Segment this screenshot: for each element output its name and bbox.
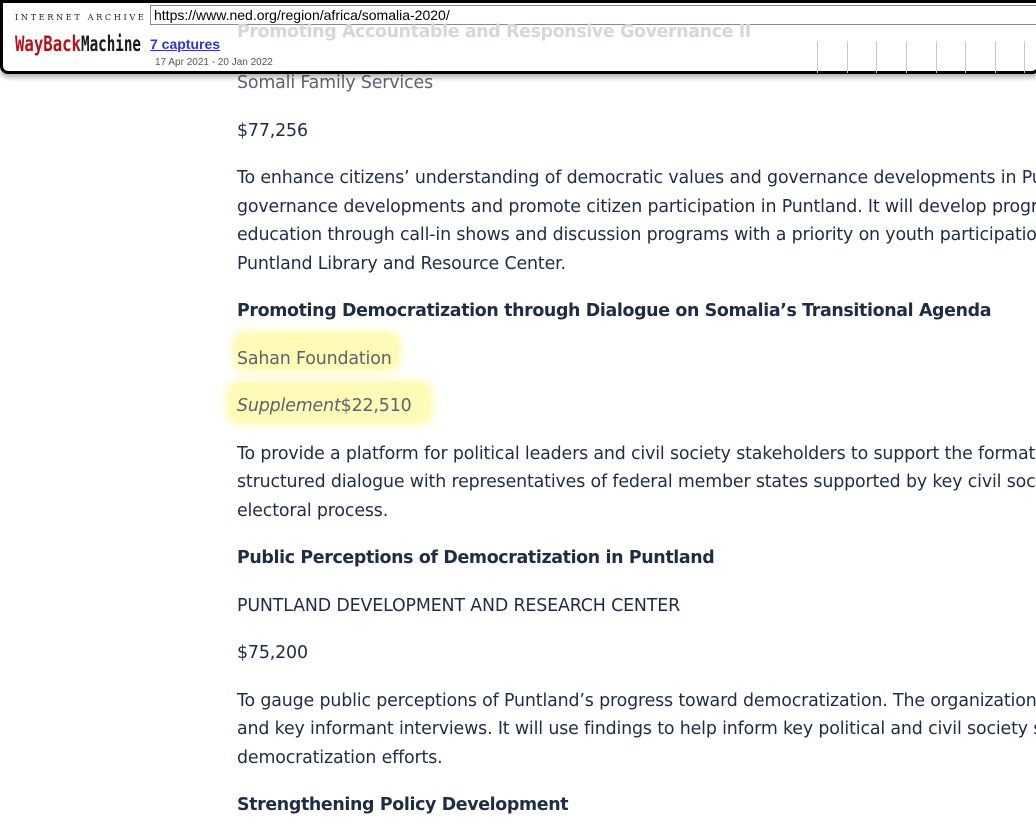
grant-description-line: electoral process. (237, 501, 389, 521)
grant-description-line: Puntland Library and Resource Center. (237, 254, 566, 274)
timeline-tick (876, 41, 877, 73)
grant-amount: Supplement$22,510 (237, 392, 412, 421)
internet-archive-label: INTERNET ARCHIVE (15, 12, 147, 22)
wayback-logo[interactable]: INTERNET ARCHIVE WayBack Machine (15, 12, 147, 62)
grant-title: Promoting Democratization through Dialog… (237, 301, 992, 321)
amount-value: $22,510 (340, 396, 412, 416)
grant-description-line: governance developments and promote citi… (237, 197, 1036, 217)
captures-link[interactable]: 7 captures (150, 36, 220, 52)
timeline-tick (1024, 41, 1025, 73)
grant-description-line: education through call-in shows and disc… (237, 225, 1036, 245)
org-name: Sahan Foundation (237, 349, 392, 369)
grant-title: Public Perceptions of Democratization in… (237, 548, 715, 568)
grant-description-line: To gauge public perceptions of Puntland’… (237, 691, 1036, 711)
grant-title: Strengthening Policy Development (237, 795, 569, 815)
wayback-machine-logo-icon: WayBack Machine (15, 32, 141, 56)
svg-text:WayBack: WayBack (15, 32, 81, 56)
timeline-tick (817, 41, 818, 73)
timeline-tick (995, 41, 996, 73)
org-name: PUNTLAND DEVELOPMENT AND RESEARCH CENTER (237, 596, 681, 616)
grant-description-line: structured dialogue with representatives… (237, 472, 1036, 492)
amount-prefix: Supplement (237, 396, 341, 416)
grant-description-line: and key informant interviews. It will us… (237, 719, 1036, 739)
timeline-tick (965, 41, 966, 73)
timeline-tick (936, 41, 937, 73)
grant-amount: $77,256 (237, 121, 308, 141)
grant-description-line: To provide a platform for political lead… (237, 444, 1036, 464)
hidden-grant-title: Promoting Accountable and Responsive Gov… (237, 22, 752, 42)
grant-description-line: To enhance citizens’ understanding of de… (237, 168, 1036, 188)
grant-description-line: democratization efforts. (237, 748, 443, 768)
grant-amount: $75,200 (237, 643, 308, 663)
timeline-tick (847, 41, 848, 73)
svg-text:Machine: Machine (81, 32, 141, 56)
timeline-tick (906, 41, 907, 73)
capture-date-range: 17 Apr 2021 - 20 Jan 2022 (155, 57, 273, 68)
